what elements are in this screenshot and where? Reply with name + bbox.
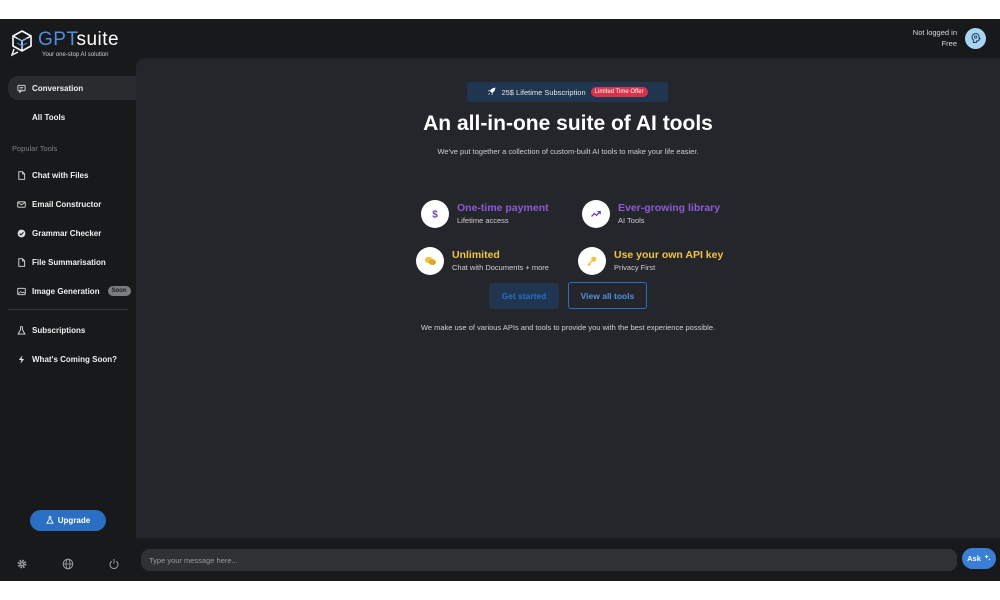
feature-ever-growing-library: Ever-growing library AI Tools bbox=[582, 200, 720, 228]
chat-icon bbox=[17, 84, 26, 93]
ask-button[interactable]: Ask bbox=[962, 548, 996, 569]
sidebar-item-subscriptions[interactable]: Subscriptions bbox=[8, 318, 136, 342]
message-composer bbox=[141, 549, 957, 571]
gear-icon[interactable] bbox=[16, 558, 28, 570]
feature-one-time-payment: $ One-time payment Lifetime access bbox=[421, 200, 549, 228]
feature-subtitle: Lifetime access bbox=[457, 215, 509, 225]
limited-offer-badge: Limited Time Offer bbox=[590, 87, 648, 97]
brand-name: GPTsuite bbox=[38, 29, 120, 50]
sidebar-item-label: All Tools bbox=[32, 112, 66, 122]
chat-bubbles-icon bbox=[416, 247, 444, 275]
feature-title: One-time payment bbox=[457, 201, 549, 214]
message-input[interactable] bbox=[149, 555, 957, 565]
feature-subtitle: Privacy First bbox=[614, 262, 656, 272]
soon-badge: Soon bbox=[107, 286, 131, 296]
get-started-button[interactable]: Get started bbox=[489, 283, 559, 309]
sidebar-item-file-summarisation[interactable]: File Summarisation bbox=[8, 250, 136, 274]
svg-text:$: $ bbox=[432, 210, 438, 221]
globe-icon[interactable] bbox=[62, 558, 74, 570]
sidebar-item-label: What's Coming Soon? bbox=[32, 354, 118, 364]
sparkle-icon bbox=[984, 554, 991, 563]
sidebar-item-label: Image Generation bbox=[32, 286, 100, 296]
sidebar-item-whats-coming-soon[interactable]: What's Coming Soon? bbox=[8, 347, 136, 371]
flask-icon bbox=[17, 325, 26, 335]
feature-subtitle: Chat with Documents + more bbox=[452, 262, 549, 272]
sidebar-footer bbox=[16, 558, 120, 570]
sidebar-item-all-tools[interactable]: All Tools bbox=[8, 105, 136, 129]
sidebar-item-grammar-checker[interactable]: Grammar Checker bbox=[8, 221, 136, 245]
dollar-icon: $ bbox=[421, 200, 449, 228]
sidebar-item-conversation[interactable]: Conversation bbox=[8, 76, 136, 100]
feature-title: Unlimited bbox=[452, 248, 500, 261]
file-icon bbox=[17, 170, 26, 180]
avatar[interactable] bbox=[965, 27, 986, 49]
app-window: GPTsuite Your one-stop AI solution Conve… bbox=[0, 19, 1000, 581]
promo-banner[interactable]: 25$ Lifetime Subscription Limited Time O… bbox=[467, 82, 668, 102]
sidebar-item-label: Grammar Checker bbox=[32, 228, 102, 238]
page-title: An all-in-one suite of AI tools bbox=[423, 112, 713, 135]
feature-title: Ever-growing library bbox=[618, 201, 721, 214]
sidebar-item-chat-with-files[interactable]: Chat with Files bbox=[8, 163, 136, 187]
power-icon[interactable] bbox=[108, 558, 120, 570]
page-subtitle: We've put together a collection of custo… bbox=[437, 147, 699, 156]
user-status: Not logged in Free bbox=[913, 27, 986, 49]
plan-text: Free bbox=[941, 39, 957, 48]
sidebar-divider bbox=[8, 309, 128, 310]
upgrade-button[interactable]: Upgrade bbox=[30, 510, 106, 531]
sidebar-item-email-constructor[interactable]: Email Constructor bbox=[8, 192, 136, 216]
sidebar-item-label: Conversation bbox=[32, 83, 84, 93]
image-icon bbox=[17, 287, 26, 296]
logo-cube-icon bbox=[10, 30, 32, 57]
brain-icon bbox=[970, 32, 981, 43]
section-label-popular-tools: Popular Tools bbox=[12, 144, 58, 153]
promo-text: 25$ Lifetime Subscription bbox=[501, 87, 586, 97]
key-icon bbox=[578, 247, 606, 275]
file-icon bbox=[17, 257, 26, 267]
trending-up-icon bbox=[582, 200, 610, 228]
feature-unlimited: Unlimited Chat with Documents + more bbox=[416, 247, 549, 275]
logo[interactable]: GPTsuite Your one-stop AI solution bbox=[10, 29, 119, 58]
view-all-tools-button[interactable]: View all tools bbox=[568, 282, 647, 309]
sidebar-item-image-generation[interactable]: Image Generation Soon bbox=[8, 279, 136, 303]
footnote: We make use of various APIs and tools to… bbox=[420, 323, 716, 332]
flask-icon bbox=[45, 515, 54, 526]
main-panel: 25$ Lifetime Subscription Limited Time O… bbox=[136, 58, 1000, 538]
rocket-icon bbox=[487, 87, 496, 98]
sidebar: GPTsuite Your one-stop AI solution Conve… bbox=[0, 19, 136, 581]
login-status-text: Not logged in bbox=[912, 28, 957, 37]
feature-api-key: Use your own API key Privacy First bbox=[578, 247, 723, 275]
sidebar-item-label: File Summarisation bbox=[32, 257, 106, 267]
sidebar-item-label: Subscriptions bbox=[32, 325, 86, 335]
check-circle-icon bbox=[17, 229, 26, 238]
bolt-icon bbox=[17, 354, 26, 364]
sidebar-item-label: Chat with Files bbox=[32, 170, 89, 180]
feature-subtitle: AI Tools bbox=[618, 215, 645, 225]
mail-icon bbox=[17, 200, 26, 209]
feature-title: Use your own API key bbox=[614, 248, 724, 261]
sidebar-item-label: Email Constructor bbox=[32, 199, 102, 209]
tagline: Your one-stop AI solution bbox=[42, 52, 109, 58]
